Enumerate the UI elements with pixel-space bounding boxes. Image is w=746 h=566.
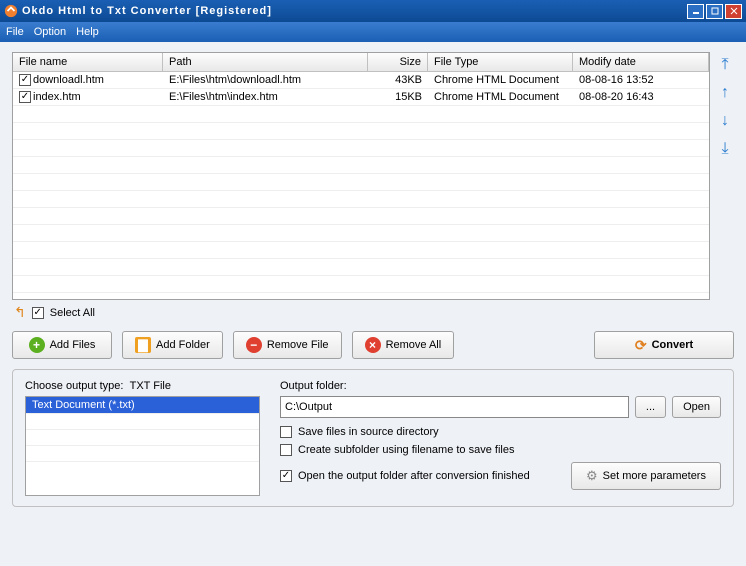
row-checkbox[interactable] (19, 91, 31, 103)
table-row[interactable] (13, 123, 709, 140)
table-row[interactable] (13, 174, 709, 191)
file-size: 15KB (368, 91, 428, 103)
file-table: File name Path Size File Type Modify dat… (12, 52, 710, 300)
output-panel: Choose output type: TXT File Text Docume… (12, 369, 734, 507)
gear-icon: ⚙ (586, 468, 598, 484)
output-type-value: TXT File (130, 380, 171, 392)
file-name: downloadl.htm (33, 74, 104, 86)
file-size: 43KB (368, 74, 428, 86)
file-type: Chrome HTML Document (428, 91, 573, 103)
window-title: Okdo Html to Txt Converter [Registered] (22, 5, 685, 17)
table-header: File name Path Size File Type Modify dat… (13, 53, 709, 72)
file-date: 08-08-16 13:52 (573, 74, 709, 86)
remove-all-button[interactable]: ×Remove All (352, 331, 455, 359)
menu-bar: File Option Help (0, 22, 746, 42)
select-all-label: Select All (50, 307, 95, 319)
save-source-checkbox[interactable] (280, 426, 292, 438)
menu-file[interactable]: File (6, 26, 24, 38)
col-type[interactable]: File Type (428, 53, 573, 71)
save-source-label: Save files in source directory (298, 426, 439, 438)
move-down-icon[interactable]: ↓ (716, 112, 734, 130)
table-row[interactable] (13, 276, 709, 293)
create-subfolder-checkbox[interactable] (280, 444, 292, 456)
table-row[interactable] (13, 242, 709, 259)
move-up-icon[interactable]: ↑ (716, 84, 734, 102)
col-size[interactable]: Size (368, 53, 428, 71)
output-folder-input[interactable] (280, 396, 629, 418)
col-name[interactable]: File name (13, 53, 163, 71)
output-type-label: Choose output type: (25, 380, 123, 392)
open-button[interactable]: Open (672, 396, 721, 418)
convert-icon: ⟳ (635, 337, 647, 354)
row-checkbox[interactable] (19, 74, 31, 86)
add-files-button[interactable]: +Add Files (12, 331, 112, 359)
table-row[interactable]: index.htm E:\Files\htm\index.htm15KBChrom… (13, 89, 709, 106)
menu-option[interactable]: Option (34, 26, 66, 38)
folder-icon: ▇ (135, 337, 151, 353)
table-row[interactable] (13, 208, 709, 225)
more-parameters-button[interactable]: ⚙Set more parameters (571, 462, 721, 490)
open-after-checkbox[interactable] (280, 470, 292, 482)
convert-button[interactable]: ⟳Convert (594, 331, 734, 359)
move-bottom-icon[interactable]: ⤓ (716, 140, 734, 158)
add-folder-button[interactable]: ▇Add Folder (122, 331, 223, 359)
type-item-txt[interactable]: Text Document (*.txt) (26, 397, 259, 413)
file-name: index.htm (33, 91, 81, 103)
table-row[interactable] (13, 225, 709, 242)
table-row[interactable] (13, 293, 709, 300)
table-row[interactable] (13, 106, 709, 123)
title-bar: Okdo Html to Txt Converter [Registered] (0, 0, 746, 22)
menu-help[interactable]: Help (76, 26, 99, 38)
table-row[interactable] (13, 140, 709, 157)
file-path: E:\Files\htm\downloadl.htm (163, 74, 368, 86)
table-row[interactable] (13, 157, 709, 174)
col-date[interactable]: Modify date (573, 53, 709, 71)
browse-button[interactable]: ... (635, 396, 666, 418)
close-button[interactable] (725, 4, 742, 19)
minus-icon: − (246, 337, 262, 353)
file-type: Chrome HTML Document (428, 74, 573, 86)
remove-file-button[interactable]: −Remove File (233, 331, 342, 359)
table-row[interactable] (13, 191, 709, 208)
col-path[interactable]: Path (163, 53, 368, 71)
reorder-controls: ⤒ ↑ ↓ ⤓ (716, 52, 734, 300)
move-top-icon[interactable]: ⤒ (716, 56, 734, 74)
file-path: E:\Files\htm\index.htm (163, 91, 368, 103)
up-folder-icon[interactable]: ↰ (14, 304, 26, 321)
maximize-button[interactable] (706, 4, 723, 19)
app-icon (4, 4, 18, 18)
table-row[interactable]: downloadl.htm E:\Files\htm\downloadl.htm4… (13, 72, 709, 89)
create-subfolder-label: Create subfolder using filename to save … (298, 444, 514, 456)
open-after-label: Open the output folder after conversion … (298, 470, 530, 482)
x-icon: × (365, 337, 381, 353)
output-type-list[interactable]: Text Document (*.txt) (25, 396, 260, 496)
output-folder-label: Output folder: (280, 380, 721, 392)
minimize-button[interactable] (687, 4, 704, 19)
table-row[interactable] (13, 259, 709, 276)
file-date: 08-08-20 16:43 (573, 91, 709, 103)
plus-icon: + (29, 337, 45, 353)
select-all-checkbox[interactable] (32, 307, 44, 319)
